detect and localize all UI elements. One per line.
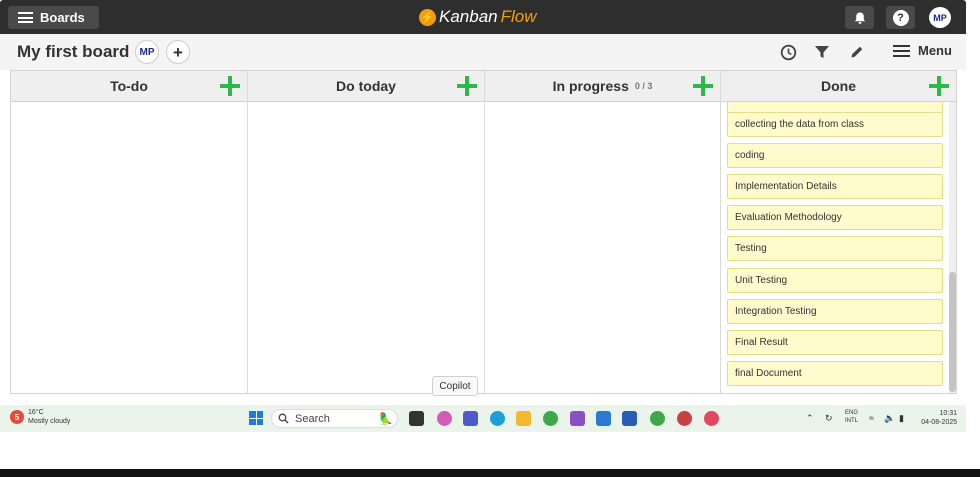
battery-icon[interactable]: ▮	[899, 413, 904, 424]
app-window: Boards ⚡ Kanban Flow ? MP My first board …	[0, 0, 980, 477]
task-card[interactable]: Testing	[727, 236, 943, 261]
language-indicator[interactable]: ENG INTL	[845, 409, 858, 425]
menu-hamburger-icon	[893, 44, 910, 57]
volume-icon[interactable]: 🔈	[884, 413, 895, 424]
boards-button[interactable]: Boards	[8, 6, 99, 29]
task-card[interactable]: collecting the data from class	[727, 112, 943, 137]
add-task-plus-icon[interactable]	[220, 76, 240, 96]
chevron-up-icon[interactable]: ⌃	[806, 413, 814, 424]
task-card[interactable]: Integration Testing	[727, 299, 943, 324]
column-do-today: Do today	[248, 71, 485, 393]
windows-start-icon[interactable]	[249, 411, 263, 425]
menu-label: Menu	[918, 43, 952, 58]
chrome-profile-icon[interactable]	[677, 411, 692, 426]
clock-date: 04-08-2025	[921, 419, 957, 426]
sync-icon[interactable]: ↻	[825, 413, 833, 424]
file-explorer-icon[interactable]	[516, 411, 531, 426]
temperature: 16°C	[28, 409, 44, 416]
system-clock[interactable]: 10:31 04-08-2025	[917, 409, 957, 427]
board-header: My first board MP + Menu	[0, 34, 966, 70]
add-task-plus-icon[interactable]	[929, 76, 949, 96]
column-drop-area[interactable]	[11, 102, 247, 393]
done-card-list[interactable]: collecting the data from class coding Im…	[721, 102, 956, 393]
logo-flame-icon: ⚡	[419, 8, 436, 26]
clock-time: 10:31	[939, 410, 957, 417]
task-card[interactable]: final Document	[727, 361, 943, 386]
column-header: To-do	[11, 71, 247, 102]
add-task-plus-icon[interactable]	[693, 76, 713, 96]
chrome-profile-icon[interactable]	[650, 411, 665, 426]
user-avatar[interactable]: MP	[929, 7, 951, 28]
scrollbar-thumb[interactable]	[949, 272, 956, 392]
column-header: In progress 0 / 3	[485, 71, 720, 102]
boards-label: Boards	[40, 10, 85, 25]
weather-description: Mostly cloudy	[28, 418, 71, 425]
task-card[interactable]: Implementation Details	[727, 174, 943, 199]
kanbanflow-logo[interactable]: ⚡ Kanban Flow	[419, 7, 537, 27]
clock-icon[interactable]	[778, 42, 798, 62]
task-view-icon[interactable]	[409, 411, 424, 426]
app-icon[interactable]	[570, 411, 585, 426]
column-title: Done	[821, 78, 856, 94]
language-code: ENG	[845, 410, 859, 416]
filter-icon[interactable]	[812, 42, 832, 62]
menu-button[interactable]: Menu	[893, 43, 952, 58]
teams-icon[interactable]	[463, 411, 478, 426]
board-member-avatar[interactable]: MP	[135, 40, 159, 64]
taskbar-search[interactable]: Search 🦜	[271, 409, 398, 428]
column-in-progress: In progress 0 / 3	[485, 71, 721, 393]
search-icon	[278, 413, 289, 424]
wifi-icon[interactable]: ≈	[869, 413, 874, 423]
weather-badge-icon: 5	[10, 410, 24, 424]
logo-text-flow: Flow	[500, 7, 537, 26]
wip-limit-counter: 0 / 3	[634, 81, 653, 91]
column-scrollbar[interactable]	[949, 102, 956, 393]
search-highlight-icon: 🦜	[378, 411, 393, 426]
vscode-icon[interactable]	[596, 411, 611, 426]
kanban-board: To-do Do today In progress 0 / 3 Done co…	[10, 70, 957, 394]
board-title[interactable]: My first board	[17, 42, 129, 62]
copilot-icon[interactable]	[437, 411, 452, 426]
copilot-tooltip: Copilot	[432, 376, 478, 396]
help-icon: ?	[892, 9, 909, 26]
add-task-plus-icon[interactable]	[457, 76, 477, 96]
task-card[interactable]: Evaluation Methodology	[727, 205, 943, 230]
column-header: Do today	[248, 71, 484, 102]
column-title: In progress	[552, 78, 629, 94]
edge-icon[interactable]	[490, 411, 505, 426]
hamburger-icon	[18, 12, 33, 23]
column-header: Done	[721, 71, 956, 102]
task-card[interactable]: Unit Testing	[727, 268, 943, 293]
help-button[interactable]: ?	[886, 6, 915, 29]
add-member-button[interactable]: +	[166, 40, 190, 64]
os-taskbar: 5 16°C Mostly cloudy Search 🦜 ⌃ ↻ ENG IN…	[0, 405, 966, 432]
keyboard-layout: INTL	[845, 418, 859, 424]
search-placeholder: Search	[295, 412, 330, 425]
task-card[interactable]: Final Result	[727, 330, 943, 355]
bottom-bezel	[0, 469, 980, 477]
word-icon[interactable]	[622, 411, 637, 426]
edit-pencil-icon[interactable]	[847, 42, 867, 62]
column-title: Do today	[336, 78, 396, 94]
logo-text-kanban: Kanban	[439, 7, 498, 26]
task-card[interactable]: coding	[727, 143, 943, 168]
chrome-icon[interactable]	[543, 411, 558, 426]
column-title: To-do	[110, 78, 148, 94]
app-badge-icon[interactable]	[704, 411, 719, 426]
top-navigation-bar: Boards ⚡ Kanban Flow ? MP	[0, 0, 966, 34]
column-todo: To-do	[11, 71, 248, 393]
column-done: Done collecting the data from class codi…	[721, 71, 956, 393]
weather-text: 16°C Mostly cloudy	[28, 408, 70, 426]
column-drop-area[interactable]	[248, 102, 484, 393]
column-drop-area[interactable]	[485, 102, 720, 393]
bell-icon	[854, 12, 865, 24]
notifications-button[interactable]	[845, 6, 874, 29]
weather-widget[interactable]: 5 16°C Mostly cloudy	[10, 408, 70, 426]
